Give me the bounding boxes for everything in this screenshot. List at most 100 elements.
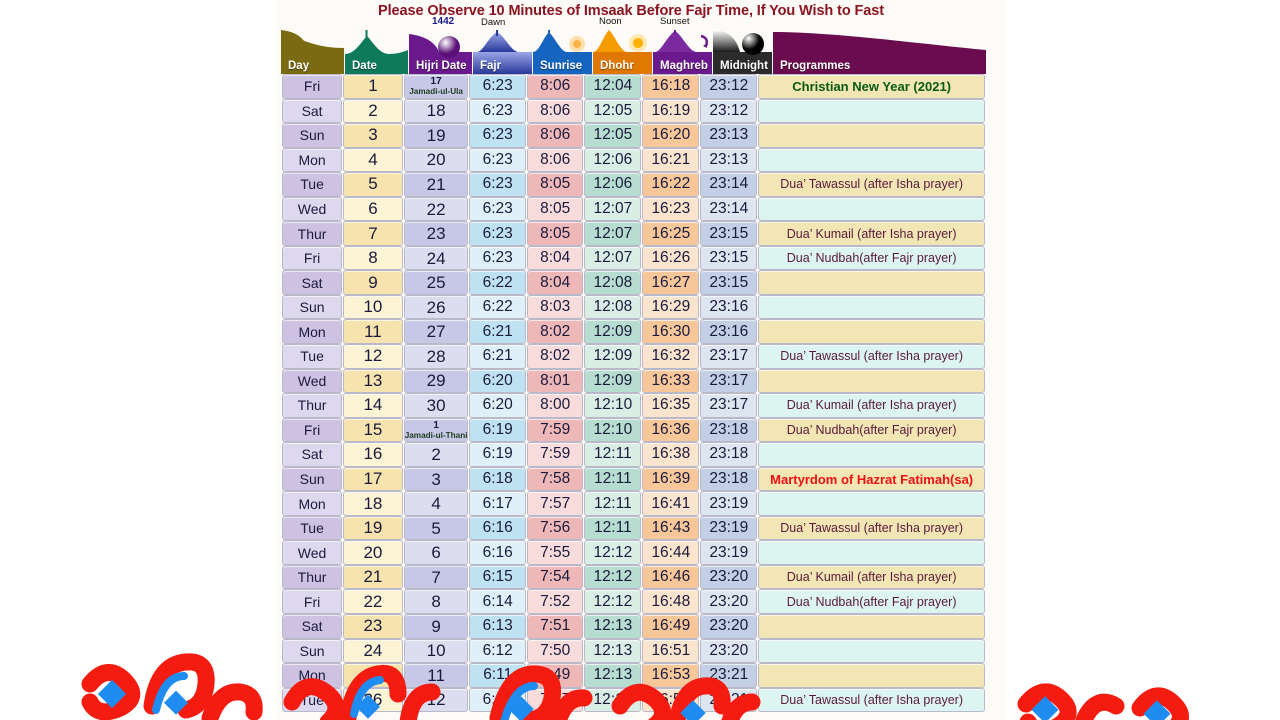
programme-text: Dua’ Tawassul (after Isha prayer) (780, 692, 963, 707)
cell-fajr: 6:14 (469, 589, 526, 615)
cell-fajr: 6:11 (469, 663, 526, 688)
hijri-month: Jamadi-ul-Thani (404, 430, 468, 440)
cell-sun: 7:47 (526, 687, 584, 713)
column-header-dhohr: Noon Dhohr (593, 16, 652, 74)
imsaak-notice: Please Observe 10 Minutes of Imsaak Befo… (378, 3, 884, 19)
cell-sun: 8:02 (526, 344, 584, 369)
cell-fajr: 6:23 (469, 74, 526, 99)
cell-sun: 8:06 (526, 147, 584, 173)
cell-date: 23 (343, 614, 403, 639)
table-row: Tue 12 28 6:21 8:02 12:09 16:32 23:17 Dua’ Tawas… (282, 344, 985, 369)
programme-text: Dua’ Tawassul (after Isha prayer) (780, 349, 963, 364)
cell-mag: 16:21 (642, 147, 700, 173)
table-row: Sun 17 3 6:18 7:58 12:11 16:39 23:18 Martyrdom o… (282, 466, 985, 492)
cell-fajr: 6:23 (469, 147, 526, 173)
column-header-date-label: Date (352, 60, 377, 72)
cell-mid: 23:15 (700, 221, 758, 246)
programme-text: Dua’ Kumail (after Isha prayer) (786, 570, 957, 585)
cell-dho: 12:11 (584, 491, 642, 516)
table-row: Sun 10 26 6:22 8:03 12:08 16:29 23:16 (282, 294, 985, 320)
cell-mag: 16:22 (642, 172, 700, 197)
cell-dho: 12:09 (584, 319, 642, 345)
cell-date: 7 (343, 221, 403, 246)
dhohr-noon-note: Noon (599, 16, 622, 27)
cell-dho: 12:04 (584, 74, 642, 99)
column-header-midnight: Midnight (713, 30, 772, 74)
cell-sun: 8:04 (526, 270, 584, 295)
cell-dho: 12:13 (584, 638, 642, 664)
cell-sun: 8:04 (526, 245, 584, 271)
cell-mag: 16:18 (642, 74, 700, 99)
table-row: Sat 9 25 6:22 8:04 12:08 16:27 23:15 (282, 270, 985, 295)
cell-mag: 16:44 (642, 540, 700, 565)
cell-programme (758, 294, 985, 320)
fajr-dawn-note: Dawn (481, 17, 506, 28)
cell-date: 12 (343, 344, 403, 369)
cell-mag: 16:49 (642, 614, 700, 639)
cell-day: Mon (282, 491, 343, 516)
programme-text: Dua’ Tawassul (after Isha prayer) (780, 177, 963, 192)
cell-fajr: 6:12 (469, 638, 526, 664)
cell-date: 26 (343, 687, 403, 713)
cell-sun: 8:03 (526, 294, 584, 320)
cell-mag: 16:32 (642, 344, 700, 369)
cell-day: Fri (282, 589, 343, 615)
cell-fajr: 6:23 (469, 245, 526, 271)
hijri-year-label: 1442 (432, 16, 455, 27)
table-row: Fri 15 1 Jamadi-ul-Thani 6:19 7:59 12:10 16:36 2… (282, 417, 985, 443)
cell-programme: Christian New Year (2021) (758, 74, 985, 99)
cell-sun: 7:49 (526, 663, 584, 688)
cell-mid: 23:18 (700, 417, 758, 443)
cell-mag: 16:26 (642, 245, 700, 271)
cell-programme: Martyrdom of Hazrat Fatimah(sa) (758, 466, 985, 492)
cell-mid: 23:19 (700, 540, 758, 565)
cell-date: 5 (343, 172, 403, 197)
cell-mid: 23:20 (700, 638, 758, 664)
cell-programme (758, 319, 985, 345)
table-row: Sat 16 2 6:19 7:59 12:11 16:38 23:18 (282, 442, 985, 467)
column-header-maghreb-label: Maghreb (660, 60, 708, 72)
prayer-timetable-body: Fri 1 17 Jamadi-ul-Ula 6:23 8:06 12:04 16:18 23:… (282, 74, 985, 713)
cell-mid: 23:12 (700, 98, 758, 124)
cell-hij: 21 (403, 172, 469, 197)
cell-hij: 9 (403, 614, 469, 639)
programme-text: Dua’ Nudbah(after Fajr prayer) (786, 422, 957, 437)
cell-programme: Dua’ Tawassul (after Isha prayer) (758, 344, 985, 369)
cell-sun: 7:52 (526, 589, 584, 615)
table-row: Mon 4 20 6:23 8:06 12:06 16:21 23:13 (282, 147, 985, 173)
cell-fajr: 6:15 (469, 564, 526, 590)
cell-programme (758, 147, 985, 173)
cell-dho: 12:11 (584, 442, 642, 467)
maghreb-sunset-note: Sunset (660, 16, 690, 27)
cell-mid: 23:12 (700, 74, 758, 99)
cell-sun: 7:50 (526, 638, 584, 664)
cell-date: 16 (343, 442, 403, 467)
cell-fajr: 6:16 (469, 515, 526, 541)
cell-sun: 8:02 (526, 319, 584, 345)
cell-sun: 7:59 (526, 442, 584, 467)
hijri-day: 17 (430, 76, 442, 88)
cell-dho: 12:09 (584, 344, 642, 369)
table-row: Mon 11 27 6:21 8:02 12:09 16:30 23:16 (282, 319, 985, 345)
cell-programme (758, 638, 985, 664)
cell-programme (758, 442, 985, 467)
cell-mid: 23:18 (700, 466, 758, 492)
cell-date: 22 (343, 589, 403, 615)
cell-mid: 23:20 (700, 589, 758, 615)
cell-mid: 23:14 (700, 196, 758, 222)
cell-dho: 12:11 (584, 466, 642, 492)
cell-day: Sun (282, 123, 343, 148)
cell-mag: 16:27 (642, 270, 700, 295)
cell-hij: 28 (403, 344, 469, 369)
cell-mag: 16:41 (642, 491, 700, 516)
table-row: Fri 8 24 6:23 8:04 12:07 16:26 23:15 Dua’ Nudbah… (282, 245, 985, 271)
cell-mag: 16:23 (642, 196, 700, 222)
cell-dho: 12:05 (584, 98, 642, 124)
cell-sun: 7:56 (526, 515, 584, 541)
cell-fajr: 6:23 (469, 98, 526, 124)
column-header-sunrise-label: Sunrise (540, 60, 583, 72)
cell-dho: 12:12 (584, 589, 642, 615)
cell-hij: 30 (403, 393, 469, 418)
cell-dho: 12:07 (584, 221, 642, 246)
table-header-band: Day Date 1442 Hijri Date Dawn Fajr Sunri… (281, 16, 986, 74)
